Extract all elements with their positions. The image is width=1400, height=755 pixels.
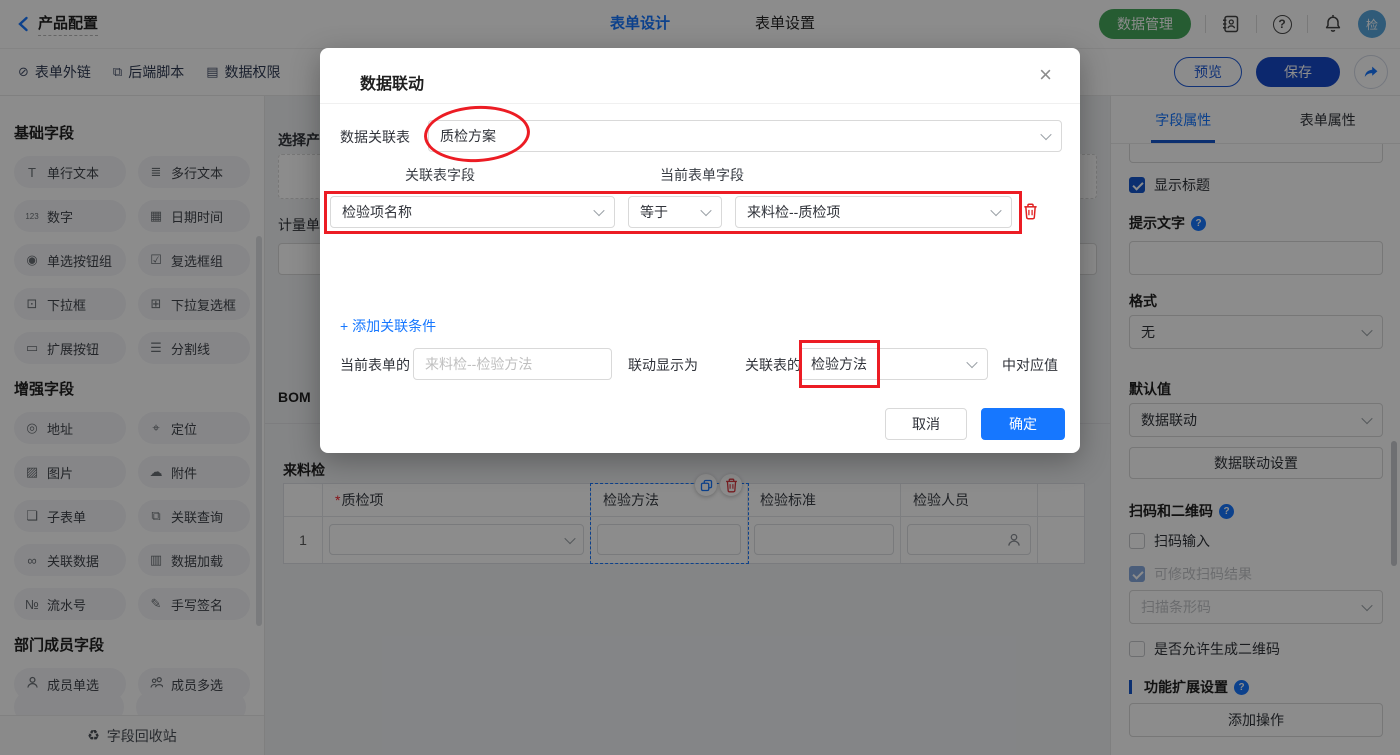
add-condition-link[interactable]: + 添加关联条件 <box>340 316 436 336</box>
display-as-label: 联动显示为 <box>628 357 698 373</box>
cancel-button[interactable]: 取消 <box>885 408 967 440</box>
condition-operator-select[interactable]: 等于 <box>628 196 722 228</box>
linked-table-of-label: 关联表的 <box>745 357 801 373</box>
modal-divider <box>320 103 1080 104</box>
chevron-down-icon <box>700 204 712 217</box>
close-icon[interactable]: × <box>1039 64 1052 86</box>
column-head-current-field: 当前表单字段 <box>660 167 744 183</box>
current-form-field-input[interactable]: 来料检--检验方法 <box>413 348 612 380</box>
corresponding-value-label: 中对应值 <box>1002 357 1058 373</box>
linked-field-select[interactable]: 检验方法 <box>799 348 988 380</box>
chevron-down-icon <box>593 204 605 217</box>
linkage-table-label: 数据关联表 <box>340 129 410 145</box>
trash-icon <box>1024 203 1037 220</box>
delete-condition-button[interactable] <box>1023 203 1038 223</box>
app: 产品配置 表单设计 表单设置 数据管理 ? 检 ⊘ 表单外链 ⧉ 后端脚本 ▤ … <box>0 0 1400 755</box>
condition-target-select[interactable]: 来料检--质检项 <box>735 196 1012 228</box>
linkage-table-select[interactable]: 质检方案 <box>428 120 1062 152</box>
condition-field-select[interactable]: 检验项名称 <box>330 196 615 228</box>
modal-title: 数据联动 <box>360 76 425 93</box>
data-linkage-modal: 数据联动 × 数据关联表 质检方案 关联表字段 当前表单字段 检验项名称 等于 … <box>320 48 1080 453</box>
chevron-down-icon <box>990 204 1002 217</box>
chevron-down-icon <box>1040 128 1052 141</box>
chevron-down-icon <box>966 356 978 369</box>
confirm-button[interactable]: 确定 <box>981 408 1065 440</box>
current-form-prefix-label: 当前表单的 <box>340 357 410 373</box>
column-head-linked-field: 关联表字段 <box>405 167 475 183</box>
